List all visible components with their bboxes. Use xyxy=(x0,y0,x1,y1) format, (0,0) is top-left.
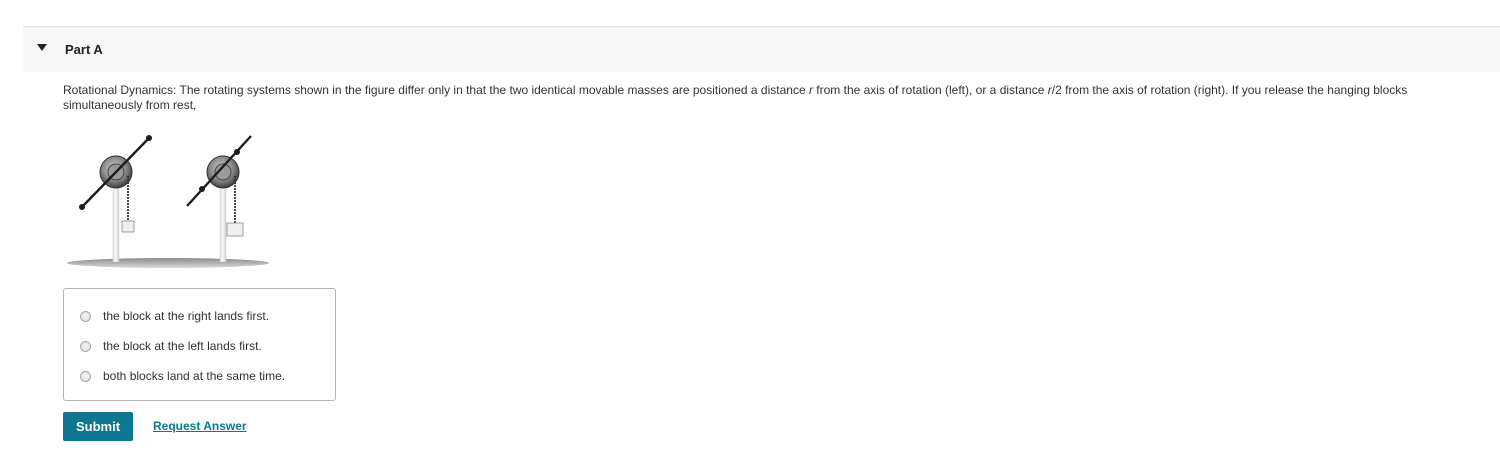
submit-button[interactable]: Submit xyxy=(63,412,133,441)
part-header[interactable]: Part A xyxy=(23,27,1500,72)
question-middle: from the axis of rotation (left), or a d… xyxy=(812,83,1048,97)
radio-button[interactable] xyxy=(80,340,91,352)
question-text: Rotational Dynamics: The rotating system… xyxy=(63,83,1488,113)
choice-right-first[interactable]: the block at the right lands first. xyxy=(80,307,269,325)
right-rotating-system xyxy=(186,135,252,263)
choice-label: the block at the left lands first. xyxy=(103,339,262,353)
choice-label: both blocks land at the same time. xyxy=(103,369,286,383)
request-answer-link[interactable]: Request Answer xyxy=(153,419,247,433)
rotating-systems-figure xyxy=(63,126,273,276)
radio-button[interactable] xyxy=(80,370,91,382)
question-prefix: Rotational Dynamics: The rotating system… xyxy=(63,83,809,97)
caret-down-icon[interactable] xyxy=(37,44,47,51)
choice-label: the block at the right lands first. xyxy=(103,309,270,323)
radio-button[interactable] xyxy=(80,310,91,322)
part-title: Part A xyxy=(65,42,103,57)
left-rotating-system xyxy=(79,135,152,263)
choice-same-time[interactable]: both blocks land at the same time. xyxy=(80,367,285,385)
pulley-illustration xyxy=(67,135,269,268)
ground-base xyxy=(67,258,269,268)
choice-left-first[interactable]: the block at the left lands first. xyxy=(80,337,262,355)
answer-choices: the block at the right lands first. the … xyxy=(63,288,336,401)
